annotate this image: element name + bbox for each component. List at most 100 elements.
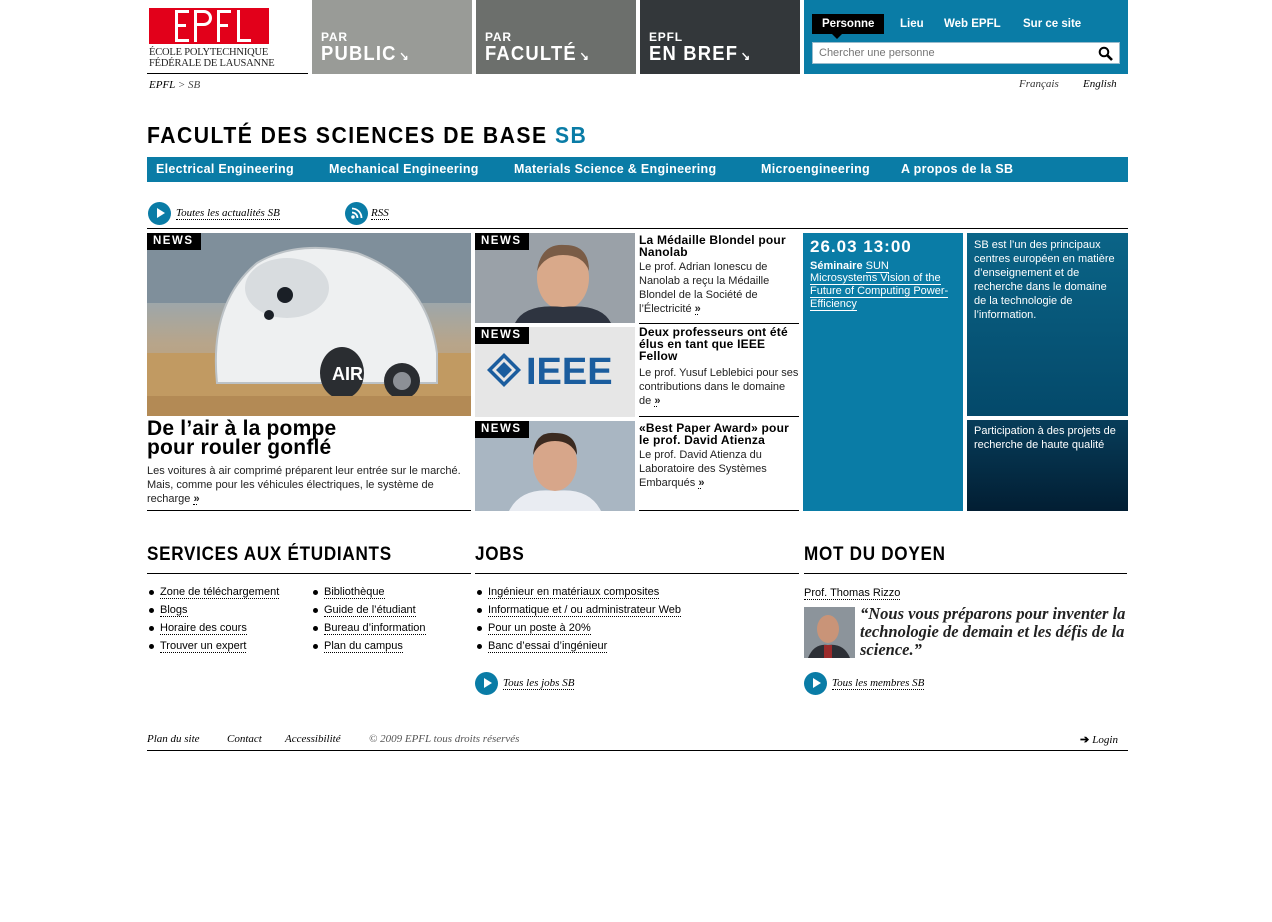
page-title: FACULTÉ DES SCIENCES DE BASE SB: [147, 122, 587, 149]
faculty-acronym: SB: [554, 122, 588, 148]
side-news-item[interactable]: «Best Paper Award» pour le prof. David A…: [639, 422, 799, 490]
list-item[interactable]: Banc d’essai d’ingénieur: [475, 639, 681, 657]
login-label: Login: [1092, 734, 1118, 746]
search-icon[interactable]: [1098, 46, 1114, 61]
list-item[interactable]: Plan du campus: [311, 639, 426, 657]
list-item-label: Plan du campus: [324, 640, 403, 653]
list-item[interactable]: Bibliothèque: [311, 585, 426, 603]
search-input[interactable]: [812, 42, 1120, 64]
event-title[interactable]: Microsystems Vision of the Future of Com…: [810, 272, 949, 311]
list-item[interactable]: Blogs: [147, 603, 279, 621]
nav-epfl-en-bref[interactable]: EPFL EN BREF ↘: [640, 0, 800, 74]
arrow-down-right-icon: ↘: [579, 49, 591, 63]
list-item-label: Blogs: [160, 604, 188, 617]
side-news-title: «Best Paper Award» pour le prof. David A…: [639, 421, 789, 447]
read-more-icon[interactable]: »: [193, 494, 200, 505]
all-news-link[interactable]: Toutes les actualités SB: [176, 207, 280, 220]
side-news-item[interactable]: La Médaille Blondel pour Nanolab Le prof…: [639, 234, 799, 316]
subnav-a-propos[interactable]: A propos de la SB: [901, 162, 1013, 176]
search-tab-sur-ce-site[interactable]: Sur ce site: [1013, 14, 1091, 34]
list-item-label: Trouver un expert: [160, 640, 247, 653]
side-news-text: Le prof. Adrian Ionescu de Nanolab a reç…: [639, 261, 770, 315]
read-more-icon[interactable]: »: [654, 396, 661, 407]
nav-big-label: EN BREF: [649, 43, 739, 65]
all-members-link[interactable]: Tous les membres SB: [832, 677, 925, 690]
rss-link[interactable]: RSS: [371, 207, 389, 220]
footer-contact-link[interactable]: Contact: [227, 733, 262, 745]
side-news-title: La Médaille Blondel pour Nanolab: [639, 233, 786, 259]
login-link[interactable]: ➔ Login: [1080, 733, 1118, 746]
list-item-label: Banc d’essai d’ingénieur: [488, 640, 608, 653]
list-item-label: Zone de téléchargement: [160, 586, 280, 599]
subnav-materials-science[interactable]: Materials Science & Engineering: [514, 162, 716, 176]
info-box-mission[interactable]: SB est l’un des principaux centres europ…: [967, 233, 1128, 416]
portrait-photo: [804, 607, 855, 658]
read-more-icon[interactable]: »: [694, 304, 701, 315]
subnav-microengineering[interactable]: Microengineering: [761, 162, 870, 176]
news-tag: NEWS: [475, 421, 529, 438]
divider: [147, 750, 1128, 751]
services-list-2: Bibliothèque Guide de l’étudiant Bureau …: [311, 585, 426, 657]
jobs-title: JOBS: [475, 544, 525, 565]
list-item-label: Guide de l’étudiant: [324, 604, 416, 617]
breadcrumb-separator: >: [177, 79, 186, 91]
doyen-quote: “Nous vous préparons pour inventer la te…: [860, 604, 1126, 659]
side-news-item[interactable]: Deux professeurs ont été élus en tant qu…: [639, 326, 799, 408]
divider: [147, 228, 1128, 229]
ieee-logo-text: IEEE: [526, 351, 613, 393]
divider: [147, 510, 471, 511]
nav-par-public[interactable]: PAR PUBLIC ↘: [312, 0, 472, 74]
subnav-electrical-engineering[interactable]: Electrical Engineering: [156, 162, 294, 176]
subnav-mechanical-engineering[interactable]: Mechanical Engineering: [329, 162, 479, 176]
info-box-research[interactable]: Participation à des projets de recherche…: [967, 420, 1128, 511]
doyen-name[interactable]: Prof. Thomas Rizzo: [804, 587, 901, 600]
divider: [639, 416, 799, 417]
active-tab-caret: [832, 34, 842, 39]
nav-big-label: FACULTÉ: [485, 43, 577, 65]
lang-francais[interactable]: Français: [1019, 78, 1059, 90]
arrow-down-right-icon: ↘: [399, 49, 410, 63]
list-item[interactable]: Zone de téléchargement: [147, 585, 280, 603]
footer-copyright: © 2009 EPFL tous droits réservés: [369, 733, 520, 745]
feature-news-text: Les voitures à air comprimé préparent le…: [147, 464, 465, 506]
list-item[interactable]: Trouver un expert: [147, 639, 279, 657]
event-box[interactable]: 26.03 13:00 Séminaire SUN Microsystems V…: [803, 233, 963, 511]
footer-sitemap-link[interactable]: Plan du site: [147, 733, 200, 745]
feature-title-line-2: pour rouler gonflé: [147, 436, 332, 459]
list-item-label: Bureau d’information: [324, 622, 426, 635]
list-item[interactable]: Guide de l’étudiant: [311, 603, 426, 621]
list-item-label: Pour un poste à 20%: [488, 622, 591, 635]
list-item[interactable]: Ingénieur en matériaux composites: [475, 585, 681, 603]
feature-news-image[interactable]: AIR: [147, 233, 471, 416]
list-item[interactable]: Bureau d’information: [311, 621, 426, 639]
breadcrumb-epfl[interactable]: EPFL: [149, 79, 175, 91]
feature-news-title[interactable]: De l’air à la pompe pour rouler gonflé: [147, 418, 471, 459]
play-icon[interactable]: [804, 672, 827, 695]
news-tag: NEWS: [475, 327, 529, 344]
all-jobs-link[interactable]: Tous les jobs SB: [503, 677, 575, 690]
services-title: SERVICES AUX ÉTUDIANTS: [147, 544, 392, 565]
epfl-logo[interactable]: ÉCOLE POLYTECHNIQUE FÉDÉRALE DE LAUSANNE: [147, 0, 308, 74]
divider: [475, 573, 799, 574]
jobs-list: Ingénieur en matériaux composites Inform…: [475, 585, 682, 657]
read-more-icon[interactable]: »: [698, 478, 705, 489]
search-tab-lieu[interactable]: Lieu: [890, 14, 934, 34]
epfl-logo-mark: [149, 8, 269, 44]
play-icon[interactable]: [475, 672, 498, 695]
lang-english[interactable]: English: [1083, 78, 1117, 90]
list-item[interactable]: Horaire des cours: [147, 621, 279, 639]
play-icon[interactable]: [148, 202, 171, 225]
search-tab-web-epfl[interactable]: Web EPFL: [934, 14, 1011, 34]
page: ÉCOLE POLYTECHNIQUE FÉDÉRALE DE LAUSANNE…: [147, 0, 1128, 922]
list-item[interactable]: Pour un poste à 20%: [475, 621, 681, 639]
faculty-subnav: Electrical Engineering Mechanical Engine…: [147, 157, 1128, 182]
footer-accessibility-link[interactable]: Accessibilité: [285, 733, 341, 745]
rss-icon[interactable]: [345, 202, 368, 225]
logo-line-1: ÉCOLE POLYTECHNIQUE: [149, 47, 269, 58]
nav-big-label: PUBLIC: [321, 43, 397, 65]
event-kind: Séminaire: [810, 260, 863, 272]
search-tab-personne[interactable]: Personne: [812, 14, 885, 34]
nav-par-faculte[interactable]: PAR FACULTÉ ↘: [476, 0, 636, 74]
list-item[interactable]: Informatique et / ou administrateur Web: [475, 603, 682, 621]
list-item-label: Horaire des cours: [160, 622, 247, 635]
